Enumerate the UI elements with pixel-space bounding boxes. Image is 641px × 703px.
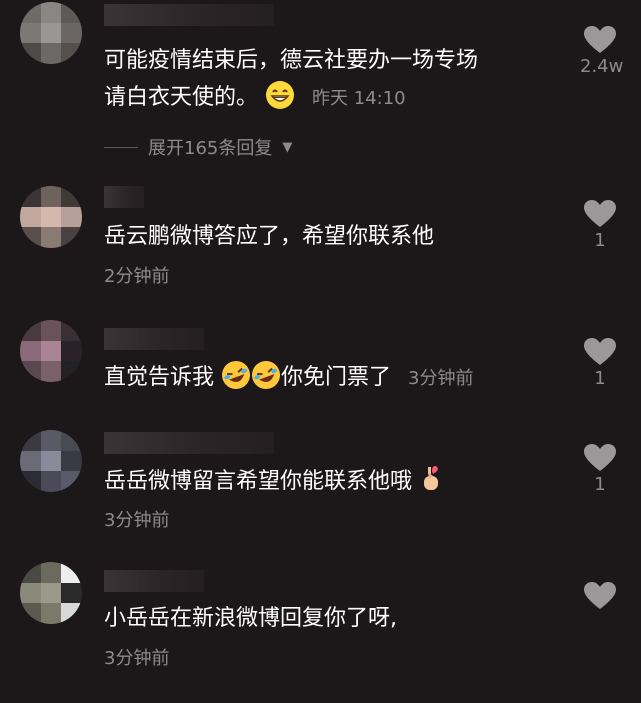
comment-time: 3分钟前 (104, 648, 170, 669)
username[interactable] (104, 432, 274, 454)
grinning-face-icon (265, 80, 295, 121)
comment-text: 岳云鹏微博答应了，希望你联系他 (104, 224, 435, 249)
comment-text: 小岳岳在新浪微博回复你了呀, (104, 606, 397, 631)
comment-time: 昨天 14:10 (312, 88, 406, 109)
laughing-crying-icon (221, 360, 251, 401)
like-count: 1 (594, 368, 606, 389)
heart-icon (584, 26, 616, 53)
caret-down-icon: ▼ (282, 139, 293, 155)
like-button[interactable]: 1 (580, 200, 620, 251)
comment-text: 岳岳微博留言希望你能联系他哦 (104, 464, 443, 505)
expand-replies-label: 展开165条回复 (148, 138, 273, 159)
avatar[interactable] (20, 186, 82, 248)
comment-item: 可能疫情结束后，德云社要办一场专场 请白衣天使的。 昨天 14:10 2.4w … (0, 0, 641, 170)
finger-heart-icon (419, 464, 443, 505)
username[interactable] (104, 328, 204, 350)
like-button[interactable]: 1 (580, 444, 620, 495)
divider (104, 146, 138, 148)
laughing-crying-icon (251, 360, 281, 401)
like-count: 1 (594, 474, 606, 495)
avatar[interactable] (20, 2, 82, 64)
avatar[interactable] (20, 562, 82, 624)
heart-icon (584, 338, 616, 365)
heart-icon (584, 200, 616, 227)
like-button[interactable]: 2.4w (580, 26, 624, 77)
comment-text-line2: 请白衣天使的。 昨天 14:10 (104, 80, 406, 121)
comment-text: 可能疫情结束后，德云社要办一场专场 (104, 48, 479, 73)
expand-replies-button[interactable]: 展开165条回复 ▼ (104, 134, 292, 160)
avatar[interactable] (20, 430, 82, 492)
like-button[interactable] (580, 582, 620, 612)
comment-time: 3分钟前 (408, 368, 474, 389)
username[interactable] (104, 186, 144, 208)
comment-item: 直觉告诉我 你免门票了 3分钟前 1 (0, 318, 641, 418)
comment-item: 岳岳微博留言希望你能联系他哦 3分钟前 1 (0, 428, 641, 538)
comment-time: 2分钟前 (104, 266, 170, 287)
heart-icon (584, 444, 616, 471)
comment-item: 小岳岳在新浪微博回复你了呀, 3分钟前 (0, 560, 641, 703)
avatar[interactable] (20, 320, 82, 382)
like-button[interactable]: 1 (580, 338, 620, 389)
like-count: 2.4w (580, 56, 624, 77)
comment-time: 3分钟前 (104, 510, 170, 531)
username[interactable] (104, 570, 204, 592)
heart-icon (584, 582, 616, 609)
comment-text: 直觉告诉我 你免门票了 3分钟前 (104, 360, 473, 401)
username[interactable] (104, 4, 274, 26)
like-count: 1 (594, 230, 606, 251)
comment-item: 岳云鹏微博答应了，希望你联系他 2分钟前 1 (0, 180, 641, 290)
